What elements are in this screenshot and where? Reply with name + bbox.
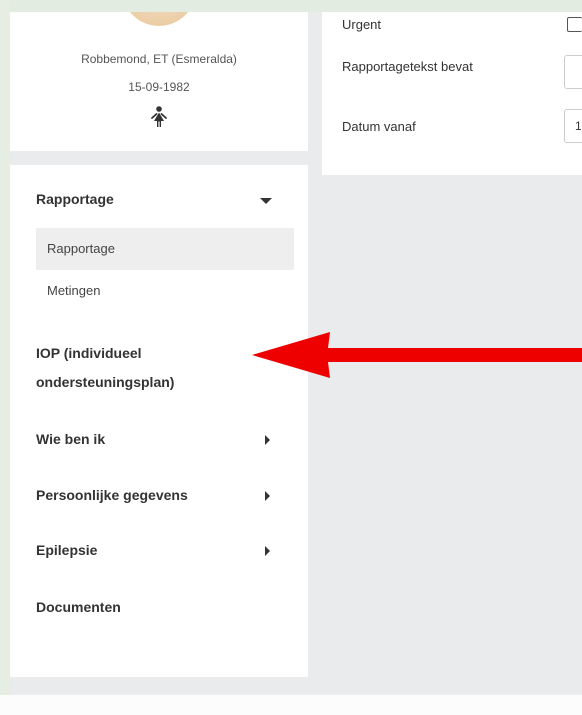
nav-section-epilepsie[interactable]: Epilepsie [36, 538, 97, 562]
date-from-input[interactable]: 1 [564, 109, 582, 143]
window-frame-left [0, 0, 10, 715]
window-frame-top [0, 0, 582, 12]
caret-right-icon[interactable] [265, 435, 270, 445]
urgent-label: Urgent [342, 17, 382, 32]
caret-down-icon[interactable] [260, 198, 272, 204]
urgent-checkbox[interactable] [567, 17, 582, 32]
patient-name: Robbemond, ET (Esmeralda) [81, 52, 237, 66]
nav-section-iop[interactable]: IOP (individueel ondersteuningsplan) [36, 341, 174, 394]
nav-item-metingen[interactable]: Metingen [36, 270, 294, 312]
nav-section-persoonlijke-gegevens[interactable]: Persoonlijke gegevens [36, 483, 188, 507]
caret-right-icon[interactable] [265, 546, 270, 556]
red-arrow-left-icon [252, 332, 582, 378]
window-frame-bottom [0, 695, 582, 715]
patient-card: Robbemond, ET (Esmeralda) 15-09-1982 [10, 12, 308, 151]
nav-section-documenten[interactable]: Documenten [36, 595, 121, 619]
female-person-icon [151, 106, 167, 127]
report-filter-panel: Urgent Rapportagetekst bevat Datum vanaf… [322, 12, 582, 175]
nav-iop-line2: ondersteuningsplan) [36, 374, 175, 390]
nav-iop-line1: IOP (individueel [36, 345, 142, 361]
caret-right-icon[interactable] [265, 491, 270, 501]
sidebar-nav: Rapportage Rapportage Metingen IOP (indi… [10, 165, 308, 677]
text-contains-input[interactable] [564, 55, 582, 89]
text-contains-label: Rapportagetekst bevat [342, 59, 473, 74]
nav-section-wie-ben-ik[interactable]: Wie ben ik [36, 427, 105, 451]
patient-birthdate: 15-09-1982 [128, 80, 190, 94]
patient-avatar [122, 12, 196, 26]
nav-item-rapportage[interactable]: Rapportage [36, 228, 294, 270]
nav-section-rapportage[interactable]: Rapportage [36, 187, 114, 211]
date-from-label: Datum vanaf [342, 119, 416, 134]
